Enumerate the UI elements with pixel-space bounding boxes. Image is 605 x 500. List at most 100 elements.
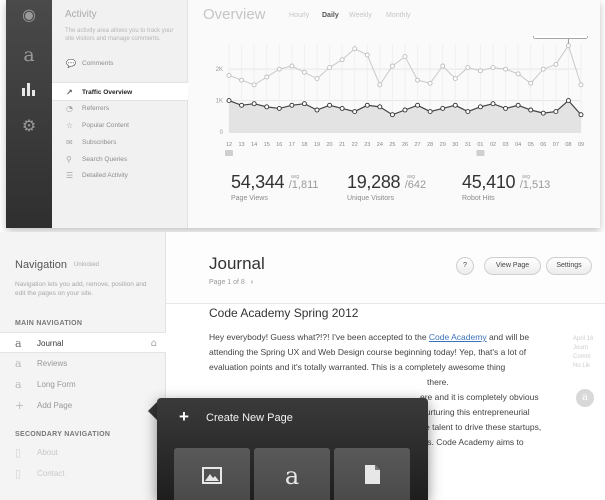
data-point [427, 80, 433, 86]
stat-avg-label: avg [407, 174, 416, 180]
create-page-popover: + Create New Page a [157, 398, 428, 500]
page-icon: ▯ [15, 446, 22, 459]
list-icon: ☰ [66, 171, 74, 180]
data-point [465, 65, 471, 71]
x-tick-label: 29 [440, 142, 446, 148]
eye-icon[interactable]: ◉ [18, 4, 40, 26]
article-title[interactable]: Code Academy Spring 2012 [209, 306, 358, 320]
data-point [540, 66, 546, 72]
page-type-journal[interactable]: a [254, 448, 330, 500]
activity-item-comments[interactable]: 💬 Comments [52, 54, 188, 73]
data-point [389, 63, 395, 69]
y-tick-label: 2K [216, 67, 223, 73]
x-tick-label: 22 [352, 142, 358, 148]
stat-label: Robot Hits [462, 195, 495, 202]
data-point [402, 107, 408, 113]
page-type-image[interactable] [174, 448, 250, 500]
data-point [226, 72, 232, 78]
add-page-button[interactable]: + Add Page [0, 395, 166, 416]
article-link[interactable]: Code Academy [429, 332, 487, 342]
x-tick-label: 05 [528, 142, 534, 148]
data-point [515, 102, 521, 108]
data-point [578, 112, 584, 118]
data-point [427, 109, 433, 115]
data-point [402, 54, 408, 60]
activity-item-detailed-activity[interactable]: ☰ Detailed Activity [52, 166, 188, 185]
lock-status[interactable]: Unlocked [74, 262, 99, 268]
data-point [327, 65, 333, 71]
data-point [465, 109, 471, 115]
pagination-info[interactable]: Page 1 of 8 › [209, 279, 253, 286]
view-page-button[interactable]: View Page [484, 257, 541, 275]
page-type-document[interactable] [334, 448, 410, 500]
settings-button[interactable]: Settings [546, 257, 592, 275]
data-point [339, 105, 345, 111]
x-tick-label: 17 [289, 142, 295, 148]
data-point [565, 43, 571, 49]
data-point [553, 61, 559, 67]
data-point [452, 76, 458, 82]
data-point [239, 77, 245, 83]
navigation-sidebar: Navigation Unlocked Navigation lets you … [0, 232, 166, 500]
activity-title: Activity [65, 9, 97, 20]
data-point [440, 105, 446, 111]
data-point [377, 82, 383, 88]
data-point [276, 66, 282, 72]
data-point [352, 46, 358, 52]
data-point [264, 74, 270, 80]
data-point [415, 102, 421, 108]
stat-average: /1,513 [519, 179, 551, 191]
x-tick-label: 20 [327, 142, 333, 148]
tab-monthly[interactable]: Monthly [386, 12, 411, 19]
calendar-icon [476, 150, 485, 156]
stat-value: 45,410 [462, 172, 516, 192]
x-tick-label: 06 [540, 142, 546, 148]
data-point [264, 104, 270, 110]
tooltip-subtitle: 09 [557, 36, 563, 37]
x-tick-label: 24 [377, 142, 383, 148]
data-point [377, 104, 383, 110]
logo-a-icon[interactable]: a [18, 44, 40, 66]
activity-sidebar: Activity The activity area allows you to… [52, 0, 188, 228]
x-tick-label: 28 [427, 142, 433, 148]
stat-value: 54,344 [231, 172, 285, 192]
data-point [289, 63, 295, 69]
tab-daily[interactable]: Daily [322, 12, 339, 19]
nav-item-long-form[interactable]: a Long Form [0, 374, 166, 395]
page-title: Journal [209, 254, 265, 273]
data-point [490, 65, 496, 71]
app-rail: ◉ a ⚙ [6, 0, 52, 228]
calendar-icon [225, 150, 233, 156]
stat-label: Unique Visitors [347, 195, 394, 202]
stat-robot-hits: 45,410 avg /1,513 Robot Hits [462, 172, 550, 202]
traffic-line-chart[interactable]: 2K 1K 012 13 14 15 16 17 18 19 20 21 22 23 24 25 26 27 28 2… [189, 36, 600, 162]
data-point [276, 105, 282, 111]
x-tick-label: 09 [578, 142, 584, 148]
plus-icon[interactable]: + [179, 407, 189, 427]
gear-icon[interactable]: ⚙ [18, 115, 40, 137]
nav-item-journal[interactable]: a Journal ⌂ [0, 332, 166, 353]
nav-item-about[interactable]: ▯ About [0, 442, 166, 463]
data-point [314, 76, 320, 82]
popover-title[interactable]: Create New Page [206, 412, 293, 424]
data-point [503, 105, 509, 111]
x-tick-label: 19 [314, 142, 320, 148]
navigation-description: Navigation lets you add, remove, positio… [15, 281, 147, 297]
nav-item-reviews[interactable]: a Reviews [0, 353, 166, 374]
journal-header: Journal Page 1 of 8 › ? View Page Settin… [166, 232, 605, 304]
x-tick-label: 01 [477, 142, 483, 148]
stat-average: /1,811 [288, 179, 319, 191]
nav-item-contact[interactable]: ▯ Contact [0, 463, 166, 484]
logo-a-icon: a [284, 462, 300, 490]
x-tick-label: 08 [565, 142, 571, 148]
image-icon [174, 465, 250, 489]
help-button[interactable]: ? [456, 257, 474, 275]
tab-weekly[interactable]: Weekly [349, 12, 372, 19]
x-tick-label: 07 [553, 142, 559, 148]
tab-hourly[interactable]: Hourly [289, 12, 309, 19]
chevron-right-icon: › [250, 279, 254, 286]
data-point [477, 68, 483, 74]
x-tick-label: 02 [490, 142, 496, 148]
bar-chart-icon[interactable] [18, 80, 40, 102]
secondary-navigation-heading: SECONDARY NAVIGATION [15, 431, 111, 438]
